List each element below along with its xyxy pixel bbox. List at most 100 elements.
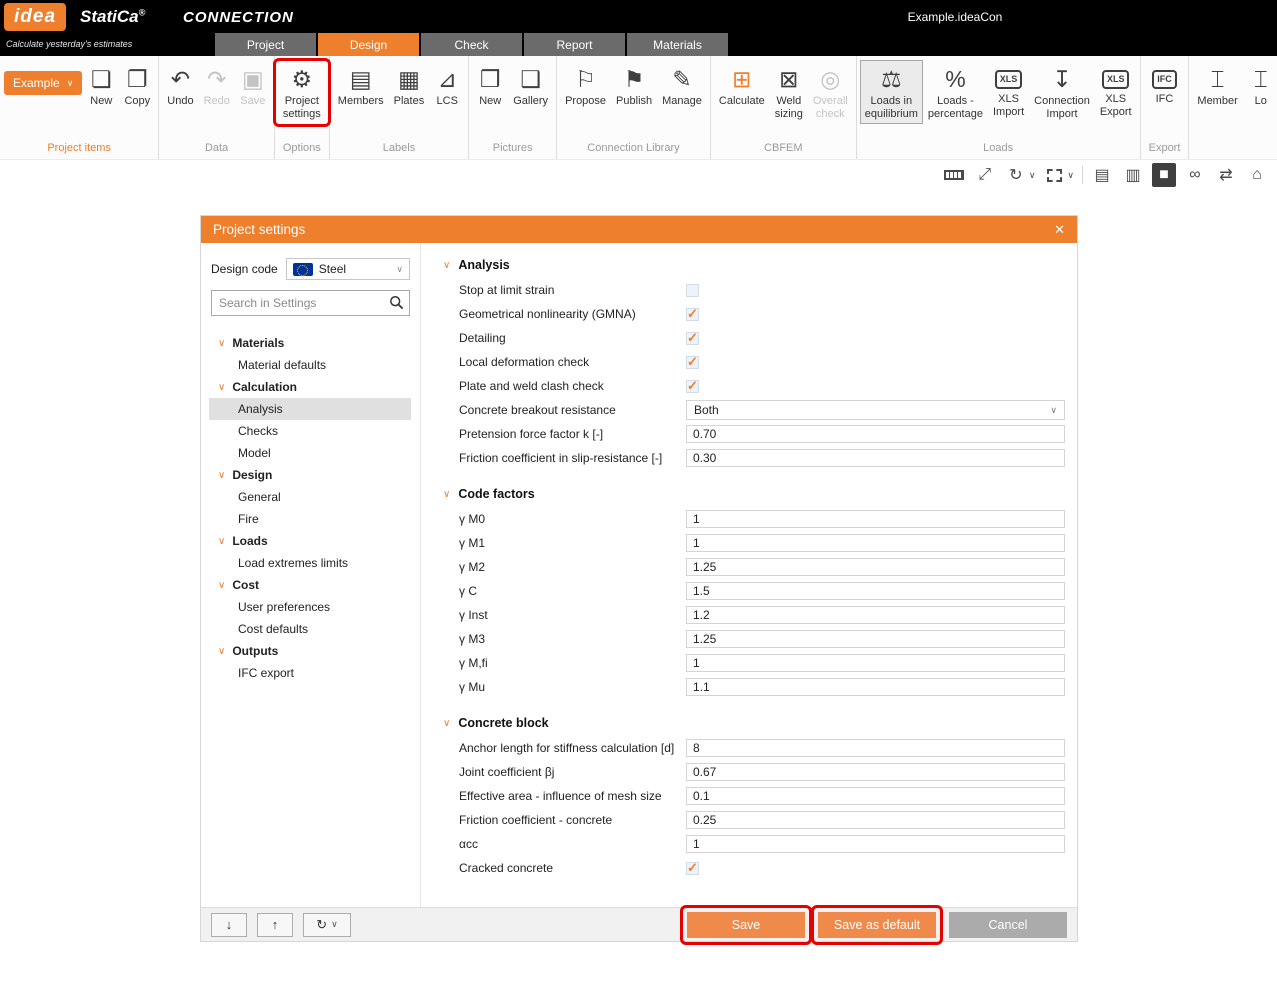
tree-item-load-extremes-limits[interactable]: Load extremes limits (209, 552, 411, 574)
measure-icon[interactable] (942, 163, 966, 187)
home-view-icon[interactable]: ⌂ (1245, 163, 1269, 187)
copy-button[interactable]: ❐Copy (120, 61, 154, 110)
input-friction-coefficient-in-slip-resistance[interactable] (686, 449, 1065, 467)
checkbox-cracked-concrete[interactable]: ✓ (686, 862, 699, 875)
tree-item-ifc-export[interactable]: IFC export (209, 662, 411, 684)
section-box-icon[interactable] (1042, 163, 1066, 187)
reset-button[interactable]: ↻∨ (303, 913, 351, 937)
input-pretension-force-factor-k[interactable] (686, 425, 1065, 443)
input-joint-coefficient-j[interactable] (686, 763, 1065, 781)
setting-label: γ Inst (443, 608, 686, 622)
tree-item-user-preferences[interactable]: User preferences (209, 596, 411, 618)
cancel-button[interactable]: Cancel (949, 912, 1067, 938)
view-transparent-icon[interactable]: ∞ (1183, 163, 1207, 187)
tree-item-design[interactable]: ∨Design (209, 464, 411, 486)
connection-import-button[interactable]: ↧Connection Import (1030, 61, 1094, 123)
move-down-button[interactable]: ↓ (211, 913, 247, 937)
setting-row-pretension-force-factor-k: Pretension force factor k [-] (443, 422, 1065, 446)
loads-in-equilibrium-button[interactable]: ⚖Loads in equilibrium (861, 61, 922, 123)
tab-design[interactable]: Design (318, 33, 419, 56)
select-concrete-breakout-resistance[interactable]: Both∨ (686, 400, 1065, 420)
setting-control (686, 510, 1065, 528)
checkbox-plate-and-weld-clash-check[interactable]: ✓ (686, 380, 699, 393)
view-solid-icon[interactable]: ■ (1152, 163, 1176, 187)
xls-import-button[interactable]: XLSXLS Import (989, 61, 1028, 121)
view-hidden-lines-icon[interactable]: ▥ (1121, 163, 1145, 187)
save-button[interactable]: Save (687, 912, 805, 938)
setting-control (686, 654, 1065, 672)
rotate-view-icon[interactable]: ↻ (1004, 163, 1028, 187)
members-button[interactable]: ▤Members (334, 61, 388, 110)
checkbox-stop-at-limit-strain[interactable] (686, 284, 699, 297)
tree-item-label: Materials (232, 336, 284, 350)
new-button[interactable]: ❏New (84, 61, 118, 110)
input-m1[interactable] (686, 534, 1065, 552)
loads-percentage-button[interactable]: %Loads - percentage (924, 61, 987, 123)
input-m2[interactable] (686, 558, 1065, 576)
setting-label: γ Mu (443, 680, 686, 694)
manage-button[interactable]: ✎Manage (658, 61, 706, 110)
checkbox-detailing[interactable]: ✓ (686, 332, 699, 345)
tree-item-general[interactable]: General (209, 486, 411, 508)
lcs-button[interactable]: ⊿LCS (430, 61, 464, 110)
input-m3[interactable] (686, 630, 1065, 648)
xls-export-button[interactable]: XLSXLS Export (1096, 61, 1136, 121)
plates-button[interactable]: ▦Plates (390, 61, 429, 110)
chevron-down-icon[interactable]: ∨ (1067, 170, 1074, 181)
tree-item-model[interactable]: Model (209, 442, 411, 464)
tree-item-checks[interactable]: Checks (209, 420, 411, 442)
search-input[interactable] (211, 290, 410, 316)
tree-item-cost-defaults[interactable]: Cost defaults (209, 618, 411, 640)
setting-row-stop-at-limit-strain: Stop at limit strain (443, 278, 1065, 302)
tab-materials[interactable]: Materials (627, 33, 728, 56)
view-wireframe-icon[interactable]: ▤ (1090, 163, 1114, 187)
new-button[interactable]: ❒New (473, 61, 507, 110)
input-m-fi[interactable] (686, 654, 1065, 672)
design-code-label: Design code (211, 262, 278, 276)
weld-sizing-button[interactable]: ⊠Weld sizing (771, 61, 807, 123)
undo-icon: ↶ (171, 63, 190, 95)
propose-button[interactable]: ⚐Propose (561, 61, 610, 110)
input-m0[interactable] (686, 510, 1065, 528)
tree-item-cost[interactable]: ∨Cost (209, 574, 411, 596)
tab-check[interactable]: Check (421, 33, 522, 56)
tree-item-analysis[interactable]: Analysis (209, 398, 411, 420)
tree-item-calculation[interactable]: ∨Calculation (209, 376, 411, 398)
tree-item-outputs[interactable]: ∨Outputs (209, 640, 411, 662)
ribbon-group-more: ⌶Member⌶Lo (1189, 56, 1277, 159)
tree-item-material-defaults[interactable]: Material defaults (209, 354, 411, 376)
member-button[interactable]: ⌶Member (1193, 61, 1241, 110)
calculate-button[interactable]: ⊞Calculate (715, 61, 769, 110)
input-inst[interactable] (686, 606, 1065, 624)
fit-view-icon[interactable]: ⤢ (973, 163, 997, 187)
close-icon[interactable]: ✕ (1054, 222, 1065, 238)
tab-project[interactable]: Project (215, 33, 316, 56)
input-friction-coefficient-concrete[interactable] (686, 811, 1065, 829)
move-up-button[interactable]: ↑ (257, 913, 293, 937)
input-anchor-length-for-stiffness-calculation-d[interactable] (686, 739, 1065, 757)
ifc-button[interactable]: IFCIFC (1148, 61, 1182, 108)
checkbox-local-deformation-check[interactable]: ✓ (686, 356, 699, 369)
tree-item-fire[interactable]: Fire (209, 508, 411, 530)
checkbox-geometrical-nonlinearity-gmna[interactable]: ✓ (686, 308, 699, 321)
gallery-button[interactable]: ❑Gallery (509, 61, 552, 110)
input-effective-area-influence-of-mesh-size[interactable] (686, 787, 1065, 805)
chevron-down-icon[interactable]: ∨ (1029, 170, 1036, 181)
example-button[interactable]: Example∨ (4, 71, 82, 95)
new-item-icon: ❏ (91, 63, 112, 95)
save-as-default-button[interactable]: Save as default (818, 912, 936, 938)
tree-item-loads[interactable]: ∨Loads (209, 530, 411, 552)
input-mu[interactable] (686, 678, 1065, 696)
tree-item-materials[interactable]: ∨Materials (209, 332, 411, 354)
setting-control: Both∨ (686, 400, 1065, 420)
project-settings-button[interactable]: ⚙Project settings (279, 61, 325, 123)
input-c[interactable] (686, 582, 1065, 600)
lo-button[interactable]: ⌶Lo (1244, 61, 1277, 110)
mirror-view-icon[interactable]: ⇄ (1214, 163, 1238, 187)
publish-button[interactable]: ⚑Publish (612, 61, 656, 110)
undo-button[interactable]: ↶Undo (163, 61, 197, 110)
input-cc[interactable] (686, 835, 1065, 853)
design-code-select[interactable]: Steel ∨ (286, 258, 410, 280)
chevron-down-icon: ∨ (396, 264, 403, 275)
tab-report[interactable]: Report (524, 33, 625, 56)
